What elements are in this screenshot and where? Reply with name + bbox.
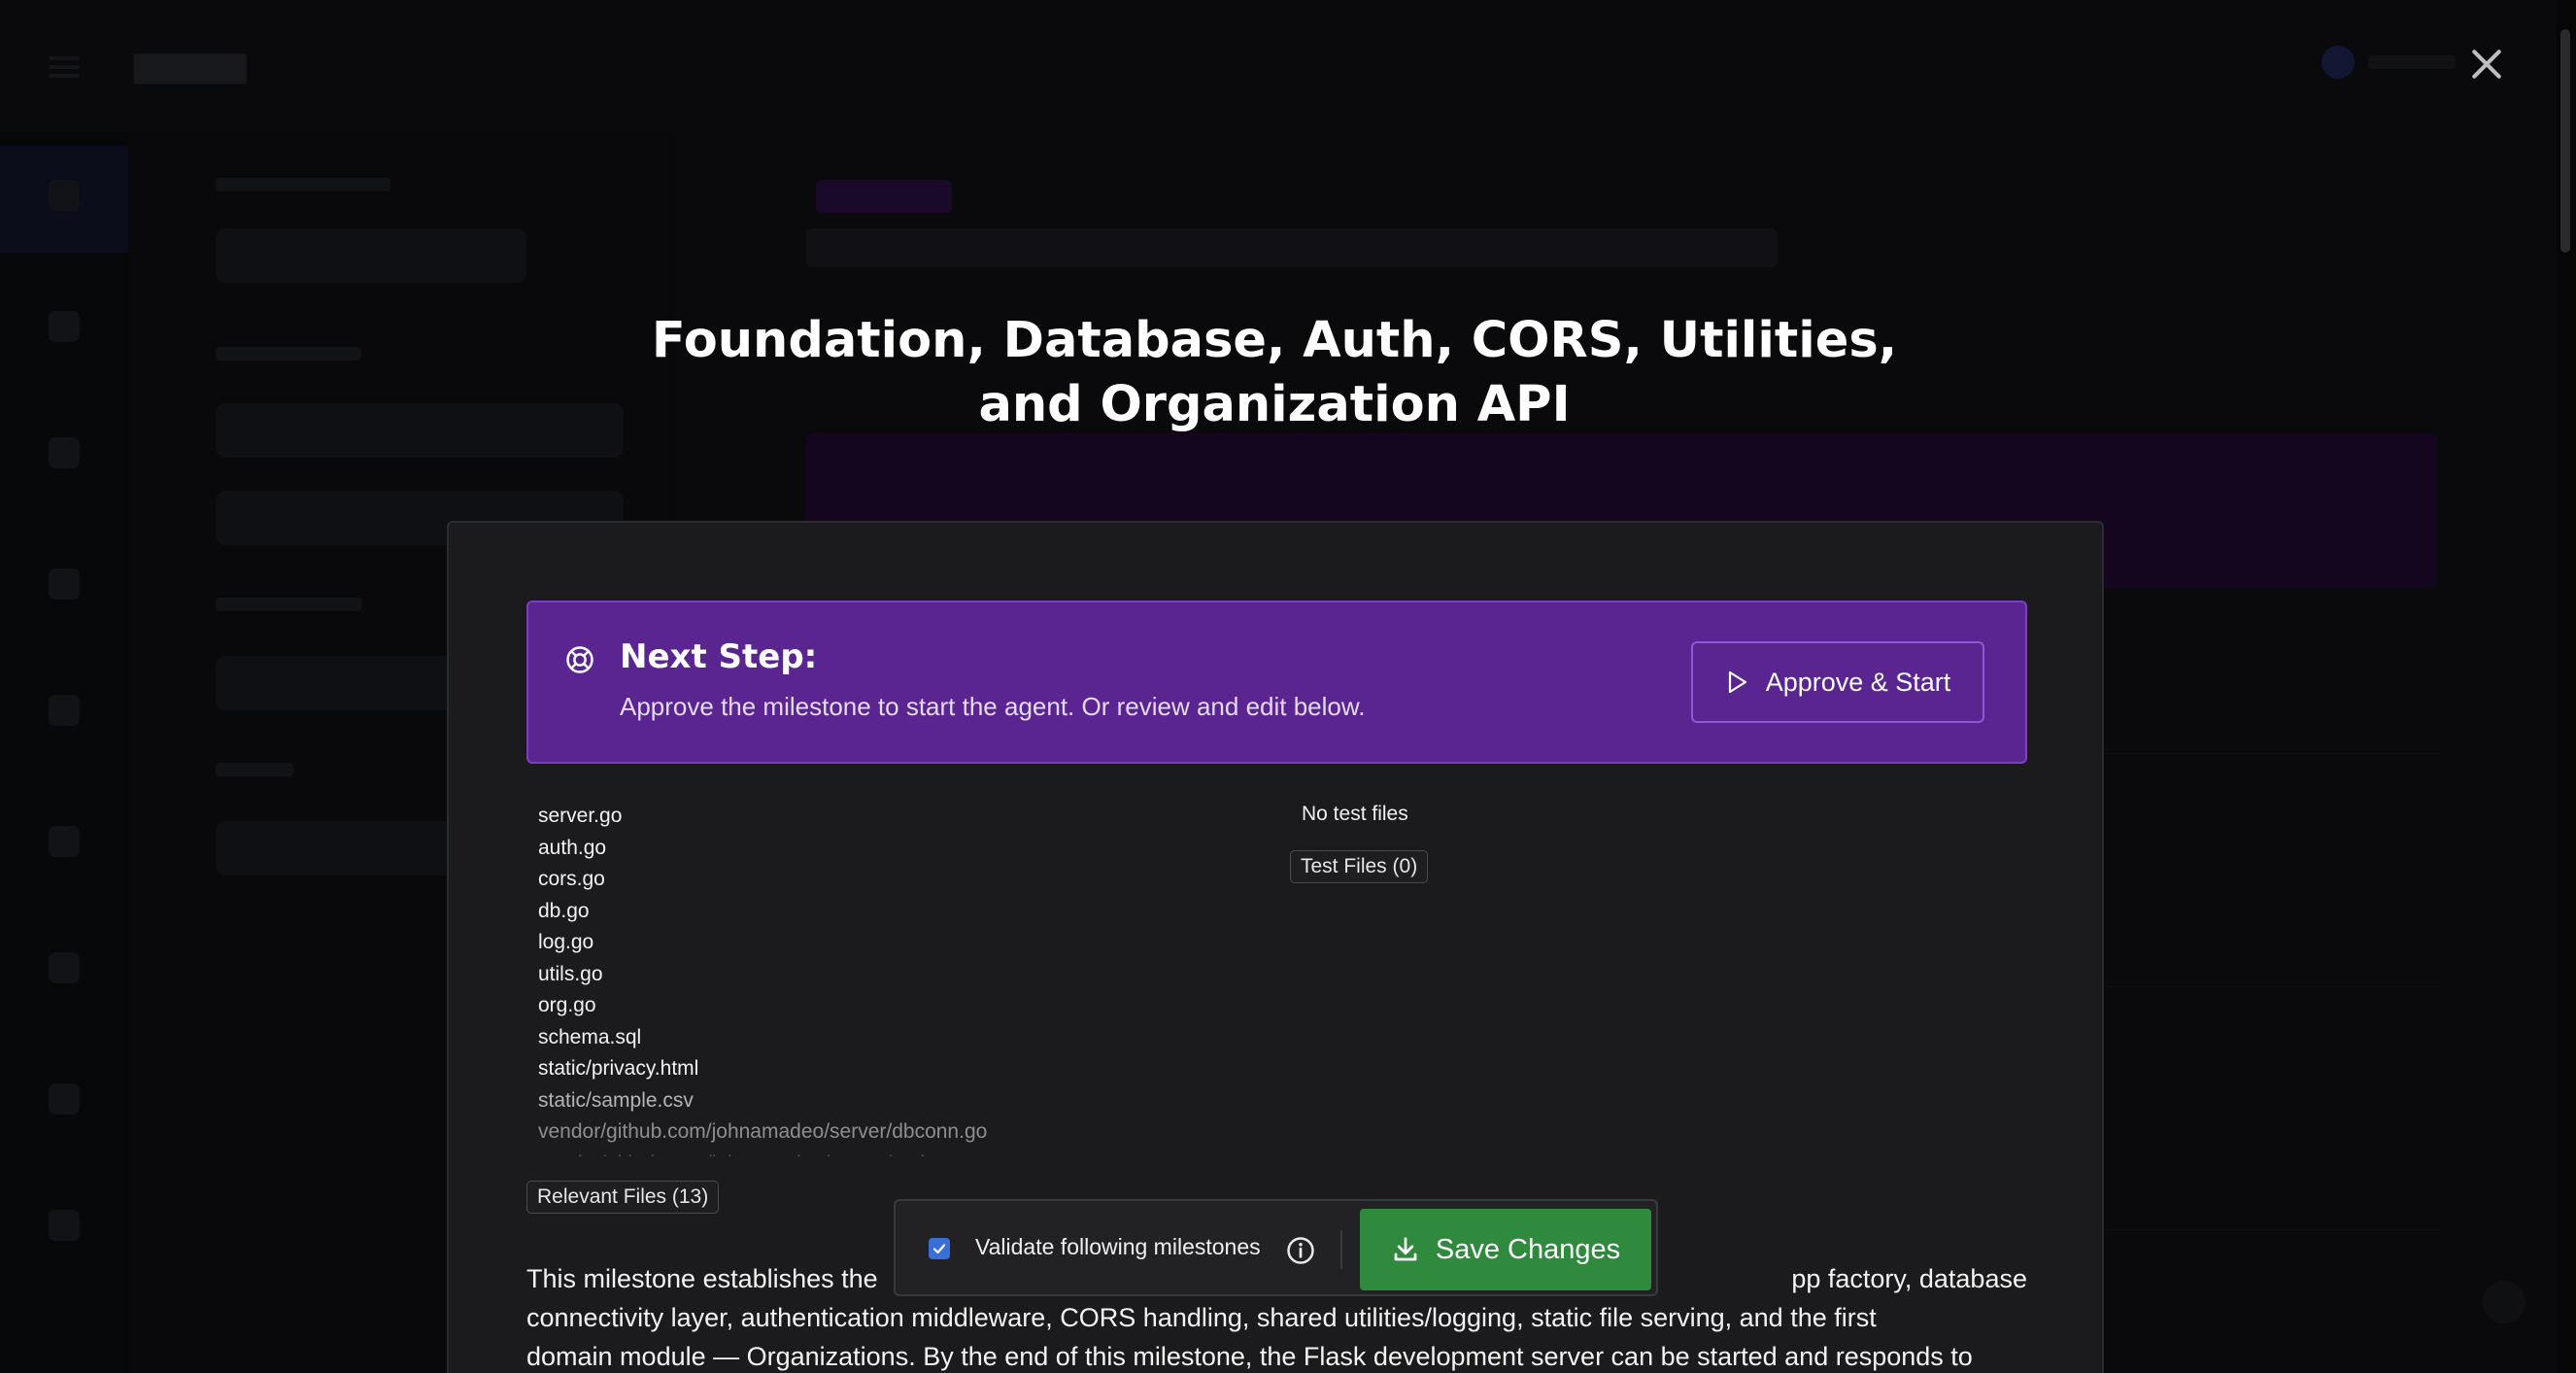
file-item[interactable]: cors.go: [538, 864, 1218, 896]
next-step-banner: Next Step: Approve the milestone to star…: [526, 601, 2027, 764]
bg-scrollbar-thumb[interactable]: [2560, 29, 2570, 253]
file-item[interactable]: org.go: [538, 990, 1218, 1022]
save-bar-divider: [1340, 1230, 1342, 1269]
description-line: domain module — Organizations. By the en…: [526, 1342, 1973, 1371]
bg-rail-icon: [49, 311, 80, 342]
file-item[interactable]: static/sample.csv: [538, 1085, 1218, 1117]
close-modal-button[interactable]: [2465, 43, 2508, 86]
next-step-title: Next Step:: [620, 637, 818, 676]
description-text-start: This milestone establishes the: [526, 1264, 878, 1293]
approve-start-button[interactable]: Approve & Start: [1691, 641, 1984, 723]
approve-start-label: Approve & Start: [1765, 667, 1951, 697]
relevant-files-list: server.go auth.go cors.go db.go log.go u…: [538, 801, 1218, 1156]
file-item[interactable]: vendor/github.com/johnamadeo/server/dbco…: [538, 1116, 1218, 1149]
save-changes-label: Save Changes: [1435, 1233, 1621, 1265]
save-changes-button[interactable]: Save Changes: [1360, 1209, 1651, 1290]
file-item[interactable]: db.go: [538, 896, 1218, 928]
bg-rail-icon: [49, 568, 80, 600]
bg-rail-icon: [49, 437, 80, 468]
test-files-button[interactable]: Test Files (0): [1290, 850, 1429, 883]
file-item[interactable]: utils.go: [538, 959, 1218, 991]
close-icon: [2472, 50, 2501, 79]
no-test-files-text: No test files: [1302, 803, 1408, 825]
file-item[interactable]: log.go: [538, 927, 1218, 959]
milestone-title: Foundation, Database, Auth, CORS, Utilit…: [651, 312, 1898, 433]
bg-brand: ▇▇▇▇▇: [134, 51, 247, 85]
relevant-files-button[interactable]: Relevant Files (13): [526, 1181, 720, 1214]
info-icon[interactable]: [1286, 1236, 1315, 1265]
bg-user-chip: [2322, 43, 2467, 82]
validate-label[interactable]: Validate following milestones: [975, 1234, 1261, 1260]
bg-rail-icon: [49, 1083, 80, 1115]
save-bar: Validate following milestones Save Chang…: [894, 1199, 1658, 1296]
description-line: connectivity layer, authentication middl…: [526, 1303, 1877, 1332]
bg-floating-button: [2483, 1281, 2525, 1323]
bg-rail-icon: [49, 1210, 80, 1241]
file-item[interactable]: schema.sql: [538, 1022, 1218, 1054]
description-text-tail: pp factory, database: [1791, 1264, 2027, 1293]
bg-rail-icon: [49, 180, 80, 211]
bg-rail-icon: [49, 952, 80, 983]
next-step-description: Approve the milestone to start the agent…: [620, 692, 1366, 721]
download-icon: [1394, 1237, 1417, 1261]
bg-rail-icon: [49, 826, 80, 857]
file-item[interactable]: server.go: [538, 801, 1218, 833]
play-icon: [1728, 670, 1746, 694]
file-item[interactable]: auth.go: [538, 833, 1218, 865]
bg-top-bar: ▇▇▇▇▇: [0, 0, 2576, 131]
file-item[interactable]: vendor/github.com/johnamadeo/server/auth…: [538, 1149, 1218, 1157]
lifebuoy-icon: [566, 646, 593, 673]
bg-menu-icon: [49, 56, 80, 78]
bg-rail-icon: [49, 695, 80, 726]
file-item[interactable]: static/privacy.html: [538, 1053, 1218, 1085]
checkmark-icon: [932, 1244, 946, 1254]
validate-checkbox[interactable]: [929, 1238, 950, 1259]
